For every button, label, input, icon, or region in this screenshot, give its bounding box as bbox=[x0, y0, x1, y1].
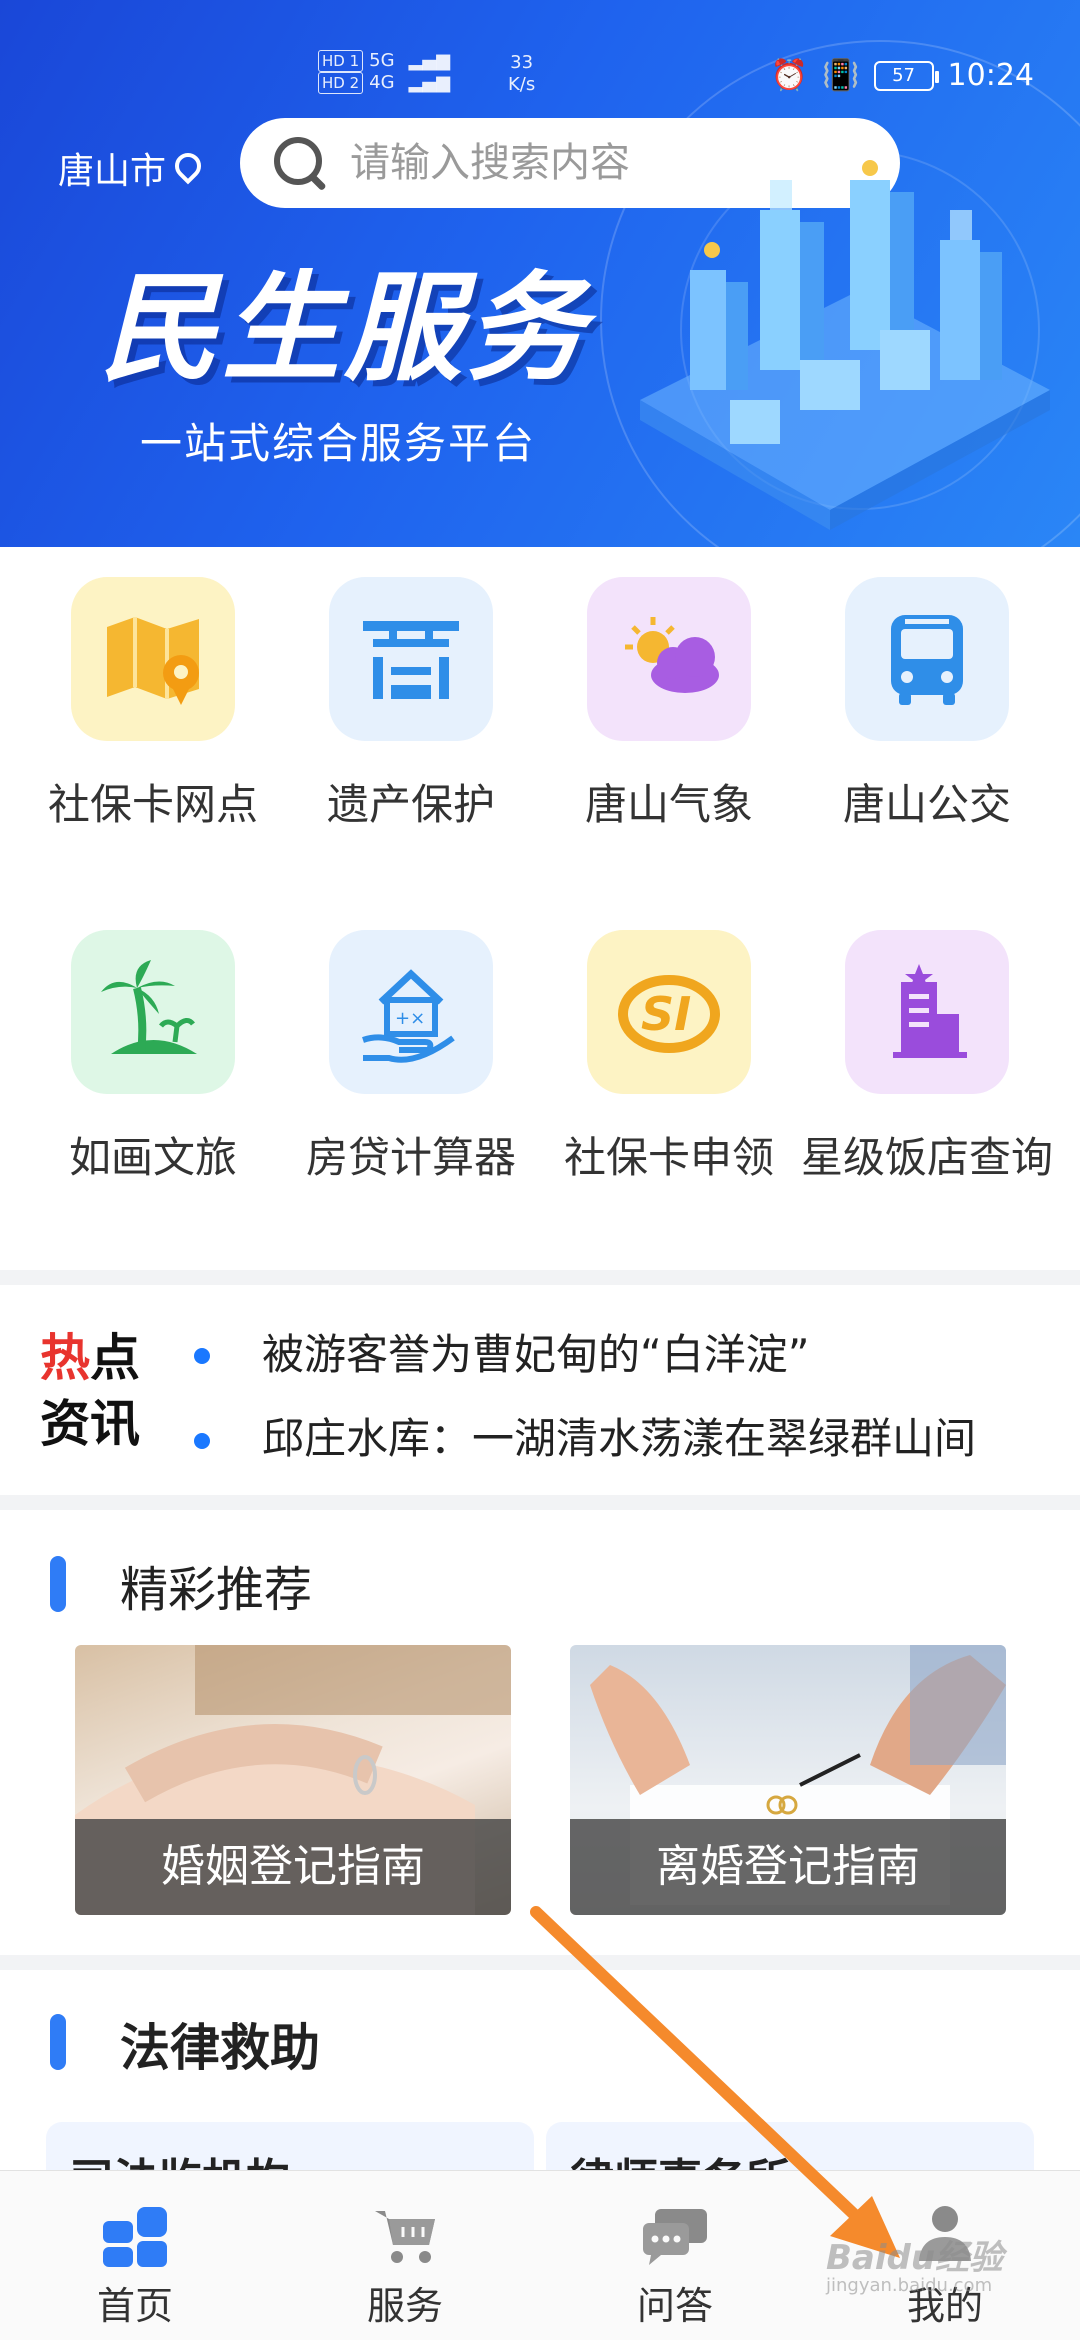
service-social-card-apply[interactable]: SI 社保卡申领 bbox=[540, 930, 798, 1184]
legal-aid-section: 法律救助 司法监机构 律师事务所 bbox=[0, 1970, 1080, 2202]
tab-label: 服务 bbox=[366, 2284, 443, 2328]
tab-home[interactable]: 首页 bbox=[0, 2171, 270, 2340]
service-label: 社保卡申领 bbox=[563, 1133, 774, 1182]
badge-info: 资讯 bbox=[40, 1395, 140, 1453]
city-illustration bbox=[620, 150, 1060, 540]
header-banner: HD 1 5G ▂▄▆ HD 2 4G ▂▄▆ 33 K/s ⏰ 📳 57 10:24 … bbox=[0, 0, 1080, 547]
status-right: ⏰ 📳 57 10:24 bbox=[771, 58, 1034, 93]
alarm-icon: ⏰ bbox=[770, 58, 809, 93]
screen: HD 1 5G ▂▄▆ HD 2 4G ▂▄▆ 33 K/s ⏰ 📳 57 10:24 … bbox=[0, 0, 1080, 2340]
service-label: 唐山气象 bbox=[584, 780, 753, 829]
hot-news-badge: 热点 资讯 bbox=[40, 1325, 150, 1457]
hotel-icon bbox=[845, 930, 1009, 1094]
news-item[interactable]: 邱庄水库：一湖清水荡漾在翠绿群山间 bbox=[262, 1405, 976, 1466]
speed-value: 33 bbox=[510, 52, 534, 73]
search-icon bbox=[272, 135, 328, 191]
service-grid: 社保卡网点 遗产保护 唐山气象 唐山公交 如画文旅 +× 房贷计算器 SI 社保… bbox=[0, 547, 1080, 1270]
signal-4g: 4G bbox=[369, 72, 395, 93]
card-caption: 离婚登记指南 bbox=[570, 1819, 1006, 1915]
battery-icon: 57 bbox=[873, 60, 939, 91]
hd-badge: HD 2 bbox=[318, 72, 364, 94]
vibrate-icon: 📳 bbox=[822, 58, 860, 93]
home-grid-icon bbox=[99, 2197, 171, 2269]
news-item[interactable]: 被游客誉为曹妃甸的“白洋淀” bbox=[262, 1321, 810, 1382]
service-weather[interactable]: 唐山气象 bbox=[540, 577, 798, 831]
palm-tree-icon bbox=[71, 930, 235, 1094]
svg-text:SI: SI bbox=[641, 987, 691, 1041]
network-speed: 33 K/s bbox=[508, 52, 535, 96]
speed-unit: K/s bbox=[508, 74, 536, 95]
section-marker bbox=[50, 2014, 66, 2070]
hot-news-section: 热点 资讯 被游客誉为曹妃甸的“白洋淀” 邱庄水库：一湖清水荡漾在翠绿群山间 bbox=[0, 1285, 1080, 1495]
status-bar: HD 1 5G ▂▄▆ HD 2 4G ▂▄▆ 33 K/s ⏰ 📳 57 10:24 bbox=[0, 40, 1080, 110]
weather-icon bbox=[587, 577, 751, 741]
chat-icon bbox=[639, 2197, 711, 2269]
bullet-dot bbox=[194, 1348, 210, 1364]
banner-subtitle: 一站式综合服务平台 bbox=[140, 419, 537, 468]
tab-qa[interactable]: 问答 bbox=[540, 2171, 810, 2340]
card-caption: 婚姻登记指南 bbox=[75, 1819, 511, 1915]
clock: 10:24 bbox=[947, 58, 1034, 93]
service-label: 如画文旅 bbox=[68, 1133, 237, 1182]
service-label: 唐山公交 bbox=[842, 780, 1011, 829]
cart-icon bbox=[369, 2197, 441, 2269]
map-pin-icon bbox=[71, 577, 235, 741]
service-label: 社保卡网点 bbox=[47, 780, 258, 829]
service-bus[interactable]: 唐山公交 bbox=[798, 577, 1056, 831]
section-marker bbox=[50, 1556, 66, 1612]
signal-5g: 5G bbox=[369, 50, 395, 71]
heritage-icon bbox=[329, 577, 493, 741]
social-security-icon: SI bbox=[587, 930, 751, 1094]
baidu-watermark: Baidu经验 jingyan.baidu.com bbox=[826, 2230, 1003, 2296]
tab-label: 首页 bbox=[96, 2284, 173, 2328]
city-selector[interactable]: 唐山市 bbox=[58, 142, 196, 194]
signal-icon: ▂▄▆ bbox=[408, 50, 451, 71]
section-title: 法律救助 bbox=[120, 2019, 320, 2077]
bullet-dot bbox=[194, 1433, 210, 1449]
tab-label: 问答 bbox=[636, 2284, 713, 2328]
badge-hot: 热 bbox=[40, 1329, 90, 1387]
watermark-brand: Baidu经验 bbox=[826, 2238, 1004, 2278]
watermark-url: jingyan.baidu.com bbox=[826, 2275, 993, 2296]
service-heritage[interactable]: 遗产保护 bbox=[282, 577, 540, 831]
service-label: 星级饭店查询 bbox=[800, 1133, 1053, 1182]
bus-icon bbox=[845, 577, 1009, 741]
signal-icon: ▂▄▆ bbox=[408, 72, 451, 93]
service-social-card-outlets[interactable]: 社保卡网点 bbox=[24, 577, 282, 831]
hd-badge: HD 1 bbox=[318, 50, 364, 72]
service-mortgage-calculator[interactable]: +× 房贷计算器 bbox=[282, 930, 540, 1184]
divorce-guide-card[interactable]: 离婚登记指南 bbox=[570, 1645, 1006, 1915]
service-label: 房贷计算器 bbox=[305, 1133, 516, 1182]
recommend-section: 精彩推荐 婚姻登记指南 离婚登记指南 bbox=[0, 1510, 1080, 1955]
service-tourism[interactable]: 如画文旅 bbox=[24, 930, 282, 1184]
location-pin-icon bbox=[174, 153, 196, 183]
badge-point: 点 bbox=[90, 1329, 140, 1387]
svg-text:+×: +× bbox=[395, 1008, 425, 1029]
service-hotel-query[interactable]: 星级饭店查询 bbox=[798, 930, 1056, 1184]
house-calculator-icon: +× bbox=[329, 930, 493, 1094]
section-title: 精彩推荐 bbox=[120, 1562, 313, 1618]
city-label: 唐山市 bbox=[58, 151, 167, 192]
network-indicators: HD 1 5G ▂▄▆ HD 2 4G ▂▄▆ bbox=[318, 50, 464, 94]
marriage-guide-card[interactable]: 婚姻登记指南 bbox=[75, 1645, 511, 1915]
banner-title: 民生服务 bbox=[100, 259, 589, 397]
service-label: 遗产保护 bbox=[326, 780, 495, 829]
tab-services[interactable]: 服务 bbox=[270, 2171, 540, 2340]
